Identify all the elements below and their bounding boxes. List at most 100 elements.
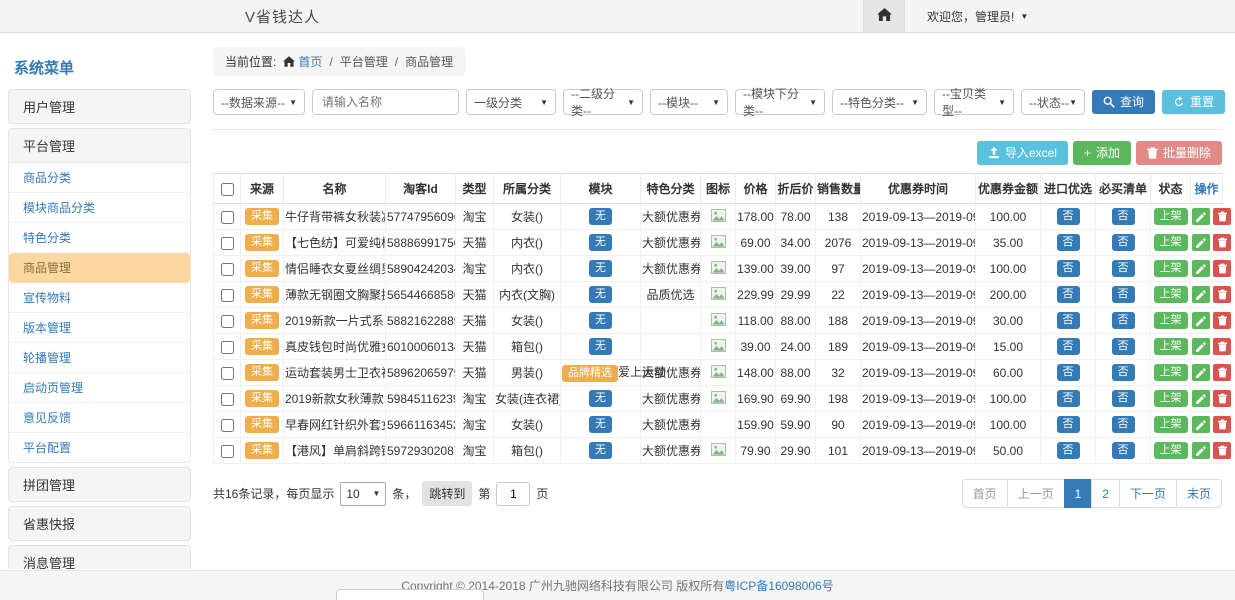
imported-toggle[interactable]: 否 — [1057, 364, 1080, 382]
page-button[interactable]: 上一页 — [1007, 479, 1065, 508]
icp-link[interactable]: 粤ICP备16098006号 — [724, 577, 833, 594]
row-checkbox[interactable] — [221, 211, 234, 224]
page-button[interactable]: 下一页 — [1119, 479, 1177, 508]
row-checkbox[interactable] — [221, 237, 234, 250]
page-number-input[interactable] — [496, 482, 530, 506]
row-checkbox[interactable] — [221, 445, 234, 458]
sidebar-group-header[interactable]: 省惠快报 — [8, 506, 191, 541]
add-button[interactable]: + 添加 — [1073, 141, 1131, 165]
sidebar-group-header[interactable]: 拼团管理 — [8, 467, 191, 502]
sidebar-item[interactable]: 特色分类 — [9, 223, 190, 253]
level1-category-select[interactable]: 一级分类▼ — [466, 89, 556, 115]
edit-button[interactable] — [1192, 338, 1210, 355]
row-checkbox[interactable] — [221, 367, 234, 380]
must-buy-toggle[interactable]: 否 — [1112, 338, 1135, 356]
delete-button[interactable] — [1213, 416, 1231, 433]
sidebar-item[interactable]: 意见反馈 — [9, 403, 190, 433]
page-button[interactable]: 2 — [1091, 479, 1120, 508]
delete-button[interactable] — [1213, 364, 1231, 381]
row-checkbox[interactable] — [221, 263, 234, 276]
sidebar-group-header[interactable]: 用户管理 — [8, 89, 191, 124]
edit-button[interactable] — [1192, 208, 1210, 225]
row-checkbox[interactable] — [221, 289, 234, 302]
delete-button[interactable] — [1213, 260, 1231, 277]
imported-toggle[interactable]: 否 — [1057, 286, 1080, 304]
must-buy-toggle[interactable]: 否 — [1112, 234, 1135, 252]
must-buy-toggle[interactable]: 否 — [1112, 260, 1135, 278]
must-buy-toggle[interactable]: 否 — [1112, 416, 1135, 434]
status-toggle[interactable]: 上架 — [1154, 442, 1188, 460]
edit-button[interactable] — [1192, 312, 1210, 329]
status-toggle[interactable]: 上架 — [1154, 208, 1188, 226]
delete-button[interactable] — [1213, 286, 1231, 303]
delete-button[interactable] — [1213, 208, 1231, 225]
edit-button[interactable] — [1192, 260, 1210, 277]
delete-button[interactable] — [1213, 338, 1231, 355]
delete-button[interactable] — [1213, 312, 1231, 329]
imported-toggle[interactable]: 否 — [1057, 312, 1080, 330]
must-buy-toggle[interactable]: 否 — [1112, 312, 1135, 330]
status-toggle[interactable]: 上架 — [1154, 338, 1188, 356]
breadcrumb-home-link[interactable]: 首页 — [283, 53, 322, 70]
status-toggle[interactable]: 上架 — [1154, 416, 1188, 434]
status-toggle[interactable]: 上架 — [1154, 364, 1188, 382]
data-source-select[interactable]: --数据来源--▼ — [213, 89, 305, 115]
batch-delete-button[interactable]: 批量删除 — [1136, 141, 1222, 165]
sidebar-item[interactable]: 模块商品分类 — [9, 193, 190, 223]
delete-button[interactable] — [1213, 390, 1231, 407]
must-buy-toggle[interactable]: 否 — [1112, 286, 1135, 304]
imported-toggle[interactable]: 否 — [1057, 338, 1080, 356]
edit-button[interactable] — [1192, 364, 1210, 381]
row-checkbox[interactable] — [221, 341, 234, 354]
page-button[interactable]: 1 — [1064, 479, 1093, 508]
name-input[interactable] — [312, 89, 459, 115]
sidebar-item[interactable]: 平台配置 — [9, 433, 190, 462]
status-select[interactable]: --状态--▼ — [1021, 89, 1085, 115]
must-buy-toggle[interactable]: 否 — [1112, 208, 1135, 226]
import-excel-button[interactable]: 导入excel — [977, 141, 1068, 165]
row-checkbox[interactable] — [221, 419, 234, 432]
delete-button[interactable] — [1213, 234, 1231, 251]
status-toggle[interactable]: 上架 — [1154, 312, 1188, 330]
status-toggle[interactable]: 上架 — [1154, 286, 1188, 304]
imported-toggle[interactable]: 否 — [1057, 260, 1080, 278]
module-sub-category-select[interactable]: --模块下分类--▼ — [735, 89, 825, 115]
edit-button[interactable] — [1192, 390, 1210, 407]
home-button[interactable] — [863, 0, 905, 32]
sidebar-item[interactable]: 宣传物料 — [9, 283, 190, 313]
sidebar-item[interactable]: 版本管理 — [9, 313, 190, 343]
select-all-checkbox[interactable] — [221, 183, 234, 196]
page-button[interactable]: 末页 — [1176, 479, 1222, 508]
edit-button[interactable] — [1192, 416, 1210, 433]
feature-category-select[interactable]: --特色分类--▼ — [832, 89, 927, 115]
edit-button[interactable] — [1192, 442, 1210, 459]
per-page-select[interactable]: 10 ▼ — [340, 482, 386, 506]
module-select[interactable]: --模块--▼ — [650, 89, 728, 115]
sidebar-item[interactable]: 商品管理 — [9, 253, 190, 283]
jump-button[interactable]: 跳转到 — [422, 481, 472, 506]
must-buy-toggle[interactable]: 否 — [1112, 390, 1135, 408]
level2-category-select[interactable]: --二级分类--▼ — [563, 89, 643, 115]
sidebar-group-header[interactable]: 消息管理 — [8, 545, 191, 569]
reset-button[interactable]: 重置 — [1162, 90, 1225, 114]
status-toggle[interactable]: 上架 — [1154, 390, 1188, 408]
row-checkbox[interactable] — [221, 393, 234, 406]
status-toggle[interactable]: 上架 — [1154, 234, 1188, 252]
imported-toggle[interactable]: 否 — [1057, 234, 1080, 252]
delete-button[interactable] — [1213, 442, 1231, 459]
edit-button[interactable] — [1192, 234, 1210, 251]
user-menu[interactable]: 欢迎您，管理员! ▼ — [905, 0, 1235, 32]
row-checkbox[interactable] — [221, 315, 234, 328]
item-type-select[interactable]: --宝贝类型--▼ — [934, 89, 1014, 115]
edit-button[interactable] — [1192, 286, 1210, 303]
must-buy-toggle[interactable]: 否 — [1112, 364, 1135, 382]
search-button[interactable]: 查询 — [1092, 90, 1155, 114]
imported-toggle[interactable]: 否 — [1057, 208, 1080, 226]
status-toggle[interactable]: 上架 — [1154, 260, 1188, 278]
imported-toggle[interactable]: 否 — [1057, 442, 1080, 460]
page-button[interactable]: 首页 — [962, 479, 1008, 508]
must-buy-toggle[interactable]: 否 — [1112, 442, 1135, 460]
sidebar-group-header[interactable]: 平台管理 — [9, 129, 190, 163]
sidebar-item[interactable]: 轮播管理 — [9, 343, 190, 373]
imported-toggle[interactable]: 否 — [1057, 390, 1080, 408]
